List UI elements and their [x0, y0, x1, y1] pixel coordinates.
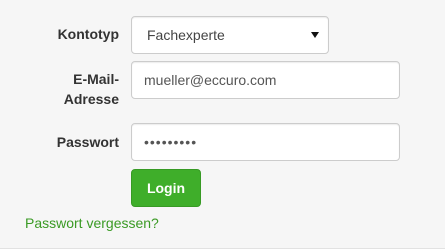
password-field[interactable] — [131, 123, 400, 161]
forgot-password-link[interactable]: Passwort vergessen? — [25, 213, 159, 233]
email-label: E-Mail- Adresse — [29, 69, 119, 109]
account-type-value: Fachexperte — [147, 27, 225, 43]
login-form: Kontotyp Fachexperte E-Mail- Adresse Pas… — [0, 0, 445, 249]
email-field[interactable] — [131, 61, 400, 99]
account-type-label: Kontotyp — [57, 26, 119, 42]
chevron-down-icon — [311, 32, 319, 38]
login-button[interactable]: Login — [131, 169, 201, 207]
password-label: Passwort — [56, 134, 119, 150]
email-label-line1: E-Mail- — [73, 71, 119, 87]
account-type-select[interactable]: Fachexperte — [131, 16, 329, 54]
email-label-line2: Adresse — [63, 91, 119, 107]
